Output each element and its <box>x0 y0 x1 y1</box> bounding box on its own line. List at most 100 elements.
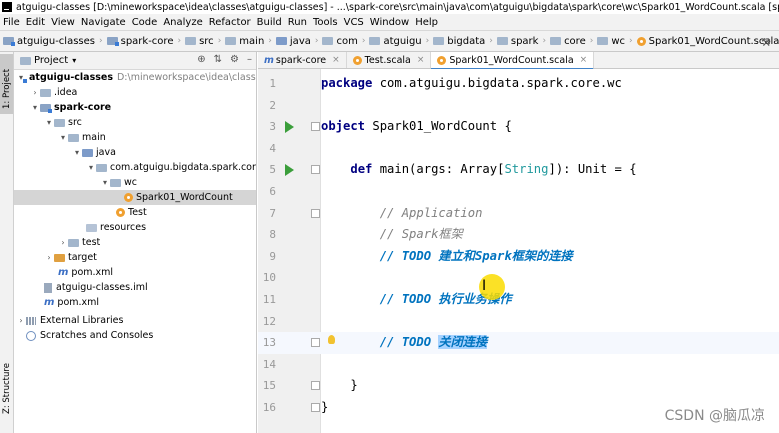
code-line[interactable]: 11 // TODO 执行业务操作 <box>258 289 779 311</box>
tab-spark-core-pom[interactable]: m spark-core × <box>258 52 347 68</box>
hammer-icon[interactable]: ⚒ <box>761 36 771 49</box>
menu-refactor[interactable]: Refactor <box>206 17 254 28</box>
code-line[interactable]: 14 <box>258 354 779 376</box>
selected-text: 关闭连接 <box>438 335 488 350</box>
crumb-file[interactable]: Spark01_WordCount.scala <box>634 36 779 47</box>
menu-navigate[interactable]: Navigate <box>78 17 129 28</box>
tree-node-test-object[interactable]: Test <box>14 205 256 220</box>
crumb-wc[interactable]: wc <box>594 36 628 47</box>
crumb-project[interactable]: atguigu-classes <box>0 36 98 47</box>
tree-node-external-libraries[interactable]: › External Libraries <box>14 313 256 328</box>
menu-build[interactable]: Build <box>254 17 285 28</box>
fold-icon[interactable] <box>311 208 320 218</box>
tree-node-project[interactable]: ▾ atguigu-classes D:\mineworkspace\idea\… <box>14 70 256 85</box>
crumb-src[interactable]: src <box>182 36 217 47</box>
crumb-com[interactable]: com <box>319 36 360 47</box>
crumb-bigdata[interactable]: bigdata <box>430 36 488 47</box>
tab-spark01-wordcount[interactable]: Spark01_WordCount.scala × <box>431 52 595 70</box>
menu-window[interactable]: Window <box>367 17 412 28</box>
tree-node-test[interactable]: › test <box>14 235 256 250</box>
gear-icon[interactable]: ⚙ <box>230 54 239 65</box>
structure-tool-button[interactable]: Z: Structure <box>0 352 13 422</box>
close-icon[interactable]: × <box>580 55 588 65</box>
menu-file[interactable]: File <box>0 17 23 28</box>
tree-node-wc[interactable]: ▾ wc <box>14 175 256 190</box>
tree-node-main[interactable]: ▾ main <box>14 130 256 145</box>
chevron-right-icon: › <box>61 238 65 247</box>
code-line[interactable]: 6 <box>258 181 779 203</box>
tree-node-spark01-wordcount[interactable]: Spark01_WordCount <box>14 190 256 205</box>
tree-path: D:\mineworkspace\idea\classes\at <box>116 72 256 83</box>
chevron-down-icon: ▾ <box>46 118 51 127</box>
crumb-main[interactable]: main <box>222 36 267 47</box>
tree-node-target[interactable]: › target <box>14 250 256 265</box>
crumb-module[interactable]: spark-core <box>104 36 177 47</box>
menu-vcs[interactable]: VCS <box>341 17 367 28</box>
tree-node-idea[interactable]: › .idea <box>14 85 256 100</box>
tree-node-module-pom[interactable]: m pom.xml <box>14 265 256 280</box>
code-keyword: package <box>321 76 373 90</box>
tree-node-spark-core[interactable]: ▾ spark-core <box>14 100 256 115</box>
menu-help[interactable]: Help <box>412 17 441 28</box>
tree-node-src[interactable]: ▾ src <box>14 115 256 130</box>
code-line[interactable]: 5 def main(args: Array[String]): Unit = … <box>258 159 779 181</box>
code-editor[interactable]: 1 package com.atguigu.bigdata.spark.core… <box>258 69 779 433</box>
module-folder-icon <box>40 103 52 113</box>
fold-icon[interactable] <box>311 403 320 412</box>
fold-icon[interactable] <box>311 122 320 132</box>
tree-node-resources[interactable]: resources <box>14 220 256 235</box>
run-icon[interactable] <box>285 164 294 177</box>
menu-tools[interactable]: Tools <box>310 17 341 28</box>
code-line[interactable]: 10 <box>258 267 779 289</box>
code-line[interactable]: 9 // TODO 建立和Spark框架的连接 <box>258 246 779 268</box>
crumb-core[interactable]: core <box>547 36 589 47</box>
code-line[interactable]: 15 } <box>258 375 779 397</box>
locate-icon[interactable]: ⊕ <box>197 54 205 65</box>
code-line[interactable]: 3 object Spark01_WordCount { <box>258 116 779 138</box>
project-view-title[interactable]: Project <box>34 55 68 66</box>
tab-label: Test.scala <box>364 54 411 66</box>
crumb-atguigu[interactable]: atguigu <box>366 36 424 47</box>
hide-icon[interactable]: – <box>247 54 252 65</box>
project-view-icon <box>20 56 31 65</box>
tab-test-scala[interactable]: Test.scala × <box>347 52 432 68</box>
close-icon[interactable]: × <box>332 55 340 65</box>
menu-analyze[interactable]: Analyze <box>160 17 205 28</box>
scala-object-icon <box>636 36 646 46</box>
tree-node-java[interactable]: ▾ java <box>14 145 256 160</box>
code-text: Spark01_WordCount { <box>365 119 512 134</box>
code-line[interactable]: 4 <box>258 138 779 160</box>
crumb-spark[interactable]: spark <box>494 36 542 47</box>
code-line-current[interactable]: 13 // TODO 关闭连接 <box>258 332 779 354</box>
menu-run[interactable]: Run <box>285 17 310 28</box>
scala-object-icon <box>124 193 133 202</box>
code-line[interactable]: 2 <box>258 95 779 117</box>
fold-icon[interactable] <box>311 165 320 175</box>
line-number: 9 <box>269 249 276 263</box>
tree-node-package[interactable]: ▾ com.atguigu.bigdata.spark.core <box>14 160 256 175</box>
fold-icon[interactable] <box>311 381 320 391</box>
menu-code[interactable]: Code <box>129 17 161 28</box>
folder-icon <box>68 133 79 142</box>
code-line[interactable]: 8 // Spark框架 <box>258 224 779 246</box>
run-icon[interactable] <box>285 121 294 134</box>
crumb-label: java <box>289 35 311 47</box>
collapse-icon[interactable]: ⇅ <box>214 54 222 65</box>
code-line[interactable]: 1 package com.atguigu.bigdata.spark.core… <box>258 73 779 95</box>
tree-node-root-pom[interactable]: m pom.xml <box>14 295 256 310</box>
code-line[interactable]: 12 <box>258 311 779 333</box>
menu-view[interactable]: View <box>48 17 78 28</box>
tree-node-scratches[interactable]: Scratches and Consoles <box>14 328 256 343</box>
chevron-down-icon[interactable]: ▾ <box>72 56 76 65</box>
tree-node-iml[interactable]: atguigu-classes.iml <box>14 280 256 295</box>
close-icon[interactable]: × <box>417 55 425 65</box>
chevron-down-icon: ▾ <box>102 178 107 187</box>
tree-label: target <box>68 252 97 263</box>
code-line[interactable]: 7 // Application <box>258 203 779 225</box>
project-tool-button[interactable]: 1: Project <box>0 54 13 114</box>
folder-icon <box>68 238 79 247</box>
menu-edit[interactable]: Edit <box>23 17 48 28</box>
fold-icon[interactable] <box>311 338 320 348</box>
crumb-java[interactable]: java <box>273 36 314 47</box>
maven-icon: m <box>44 297 55 308</box>
